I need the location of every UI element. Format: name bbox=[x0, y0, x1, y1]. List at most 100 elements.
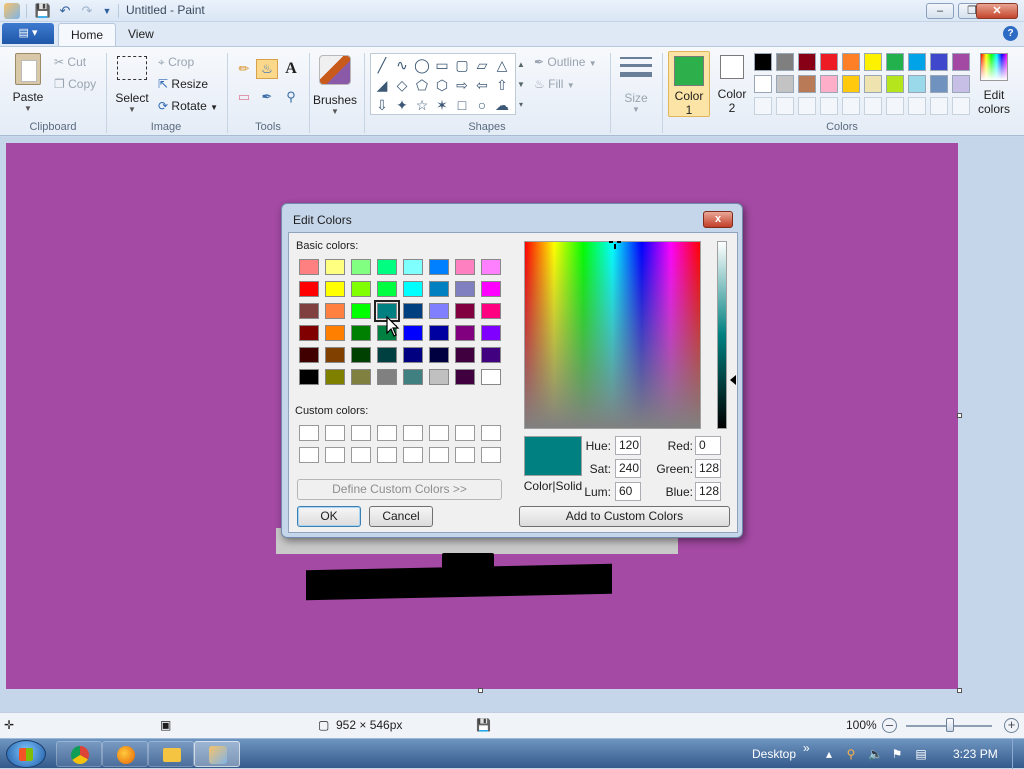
toolbar-expand-chevrons[interactable]: » bbox=[803, 741, 810, 755]
palette-color-swatch[interactable] bbox=[864, 75, 882, 93]
dialog-close-button[interactable]: x bbox=[703, 211, 733, 228]
basic-color-swatch[interactable] bbox=[351, 259, 371, 275]
size-button[interactable]: Size ▼ bbox=[614, 53, 658, 114]
file-menu-button[interactable]: ▤ ▾ bbox=[2, 23, 54, 44]
taskbar-explorer-button[interactable] bbox=[148, 741, 194, 767]
custom-color-swatch[interactable] bbox=[299, 425, 319, 441]
six-point-star-shape-icon[interactable]: ✶ bbox=[433, 96, 451, 114]
basic-color-swatch[interactable] bbox=[429, 259, 449, 275]
palette-color-swatch[interactable] bbox=[930, 53, 948, 71]
luminosity-slider[interactable] bbox=[717, 241, 727, 429]
basic-color-swatch[interactable] bbox=[481, 303, 501, 319]
basic-color-swatch[interactable] bbox=[481, 347, 501, 363]
basic-color-swatch[interactable] bbox=[299, 369, 319, 385]
five-point-star-shape-icon[interactable]: ☆ bbox=[413, 96, 431, 114]
right-arrow-shape-icon[interactable]: ⇨ bbox=[453, 76, 471, 94]
basic-color-swatch[interactable] bbox=[325, 325, 345, 341]
basic-color-swatch[interactable] bbox=[481, 325, 501, 341]
cancel-button[interactable]: Cancel bbox=[369, 506, 433, 527]
redo-icon[interactable]: ↷ bbox=[78, 2, 96, 20]
ok-button[interactable]: OK bbox=[297, 506, 361, 527]
basic-color-swatch[interactable] bbox=[351, 369, 371, 385]
color1-button[interactable]: Color 1 bbox=[668, 51, 710, 117]
sat-input[interactable]: 240 bbox=[615, 459, 641, 478]
custom-color-swatch[interactable] bbox=[429, 447, 449, 463]
basic-color-swatch[interactable] bbox=[299, 259, 319, 275]
up-arrow-shape-icon[interactable]: ⇧ bbox=[493, 76, 511, 94]
color-picker-icon[interactable]: ✒ bbox=[256, 87, 278, 107]
palette-color-swatch[interactable] bbox=[952, 75, 970, 93]
oval-callout-shape-icon[interactable]: ○ bbox=[473, 96, 491, 114]
custom-color-swatch[interactable] bbox=[325, 425, 345, 441]
palette-empty-swatch[interactable] bbox=[820, 97, 838, 115]
basic-color-swatch[interactable] bbox=[403, 281, 423, 297]
undo-icon[interactable]: ↶ bbox=[56, 2, 74, 20]
luminosity-arrow-icon[interactable] bbox=[730, 375, 736, 385]
custom-color-swatch[interactable] bbox=[299, 447, 319, 463]
basic-color-swatch[interactable] bbox=[455, 259, 475, 275]
palette-color-swatch[interactable] bbox=[908, 75, 926, 93]
basic-color-swatch[interactable] bbox=[481, 281, 501, 297]
custom-color-swatch[interactable] bbox=[481, 425, 501, 441]
start-button[interactable] bbox=[6, 740, 46, 768]
diamond-shape-icon[interactable]: ◇ bbox=[393, 76, 411, 94]
green-input[interactable]: 128 bbox=[695, 459, 721, 478]
basic-color-swatch[interactable] bbox=[429, 281, 449, 297]
basic-color-swatch[interactable] bbox=[351, 281, 371, 297]
basic-color-swatch[interactable] bbox=[403, 325, 423, 341]
palette-empty-swatch[interactable] bbox=[864, 97, 882, 115]
oval-shape-icon[interactable]: ◯ bbox=[413, 56, 431, 74]
save-icon[interactable]: 💾 bbox=[34, 2, 52, 20]
left-arrow-shape-icon[interactable]: ⇦ bbox=[473, 76, 491, 94]
down-arrow-shape-icon[interactable]: ⇩ bbox=[373, 96, 391, 114]
custom-color-swatch[interactable] bbox=[455, 447, 475, 463]
paste-button[interactable]: Paste ▼ bbox=[8, 53, 48, 113]
basic-color-swatch[interactable] bbox=[429, 303, 449, 319]
basic-color-swatch[interactable] bbox=[299, 347, 319, 363]
basic-color-swatch[interactable] bbox=[429, 325, 449, 341]
desktop-toolbar-label[interactable]: Desktop bbox=[752, 747, 796, 761]
palette-color-swatch[interactable] bbox=[930, 75, 948, 93]
rotate-button[interactable]: ⟳ Rotate ▼ bbox=[158, 99, 218, 113]
basic-color-swatch[interactable] bbox=[403, 347, 423, 363]
rounded-rectangle-shape-icon[interactable]: ▢ bbox=[453, 56, 471, 74]
hue-input[interactable]: 120 bbox=[615, 436, 641, 455]
basic-color-swatch[interactable] bbox=[351, 303, 371, 319]
show-desktop-button[interactable] bbox=[1012, 739, 1024, 769]
four-point-star-shape-icon[interactable]: ✦ bbox=[393, 96, 411, 114]
resize-button[interactable]: ⇱ Resize bbox=[158, 77, 208, 91]
basic-color-swatch[interactable] bbox=[455, 281, 475, 297]
palette-empty-swatch[interactable] bbox=[798, 97, 816, 115]
tab-home[interactable]: Home bbox=[58, 23, 117, 46]
taskbar-firefox-button[interactable] bbox=[102, 741, 148, 767]
zoom-in-button[interactable]: + bbox=[1004, 718, 1019, 733]
brushes-button[interactable]: Brushes ▼ bbox=[312, 53, 358, 116]
basic-color-swatch[interactable] bbox=[429, 369, 449, 385]
palette-color-swatch[interactable] bbox=[864, 53, 882, 71]
basic-color-swatch[interactable] bbox=[455, 303, 475, 319]
basic-color-swatch[interactable] bbox=[455, 369, 475, 385]
basic-color-swatch[interactable] bbox=[325, 347, 345, 363]
outline-button[interactable]: ✒ Outline ▼ bbox=[534, 55, 597, 69]
custom-color-swatch[interactable] bbox=[377, 425, 397, 441]
palette-color-swatch[interactable] bbox=[908, 53, 926, 71]
copy-button[interactable]: ❐ Copy bbox=[54, 77, 96, 91]
magnifier-icon[interactable]: ⚲ bbox=[280, 87, 302, 107]
paint-app-icon[interactable] bbox=[4, 3, 20, 19]
palette-color-swatch[interactable] bbox=[776, 53, 794, 71]
palette-empty-swatch[interactable] bbox=[754, 97, 772, 115]
basic-color-swatch[interactable] bbox=[377, 369, 397, 385]
basic-color-swatch[interactable] bbox=[481, 369, 501, 385]
palette-empty-swatch[interactable] bbox=[842, 97, 860, 115]
palette-color-swatch[interactable] bbox=[842, 75, 860, 93]
custom-color-swatch[interactable] bbox=[429, 425, 449, 441]
custom-color-swatch[interactable] bbox=[351, 425, 371, 441]
basic-color-swatch[interactable] bbox=[325, 369, 345, 385]
basic-color-swatch[interactable] bbox=[403, 369, 423, 385]
pentagon-shape-icon[interactable]: ⬠ bbox=[413, 76, 431, 94]
search-tray-icon[interactable]: ⚲ bbox=[844, 747, 858, 761]
basic-color-swatch[interactable] bbox=[455, 347, 475, 363]
zoom-out-button[interactable]: – bbox=[882, 718, 897, 733]
window-close-button[interactable]: ✕ bbox=[976, 3, 1018, 19]
palette-empty-swatch[interactable] bbox=[952, 97, 970, 115]
